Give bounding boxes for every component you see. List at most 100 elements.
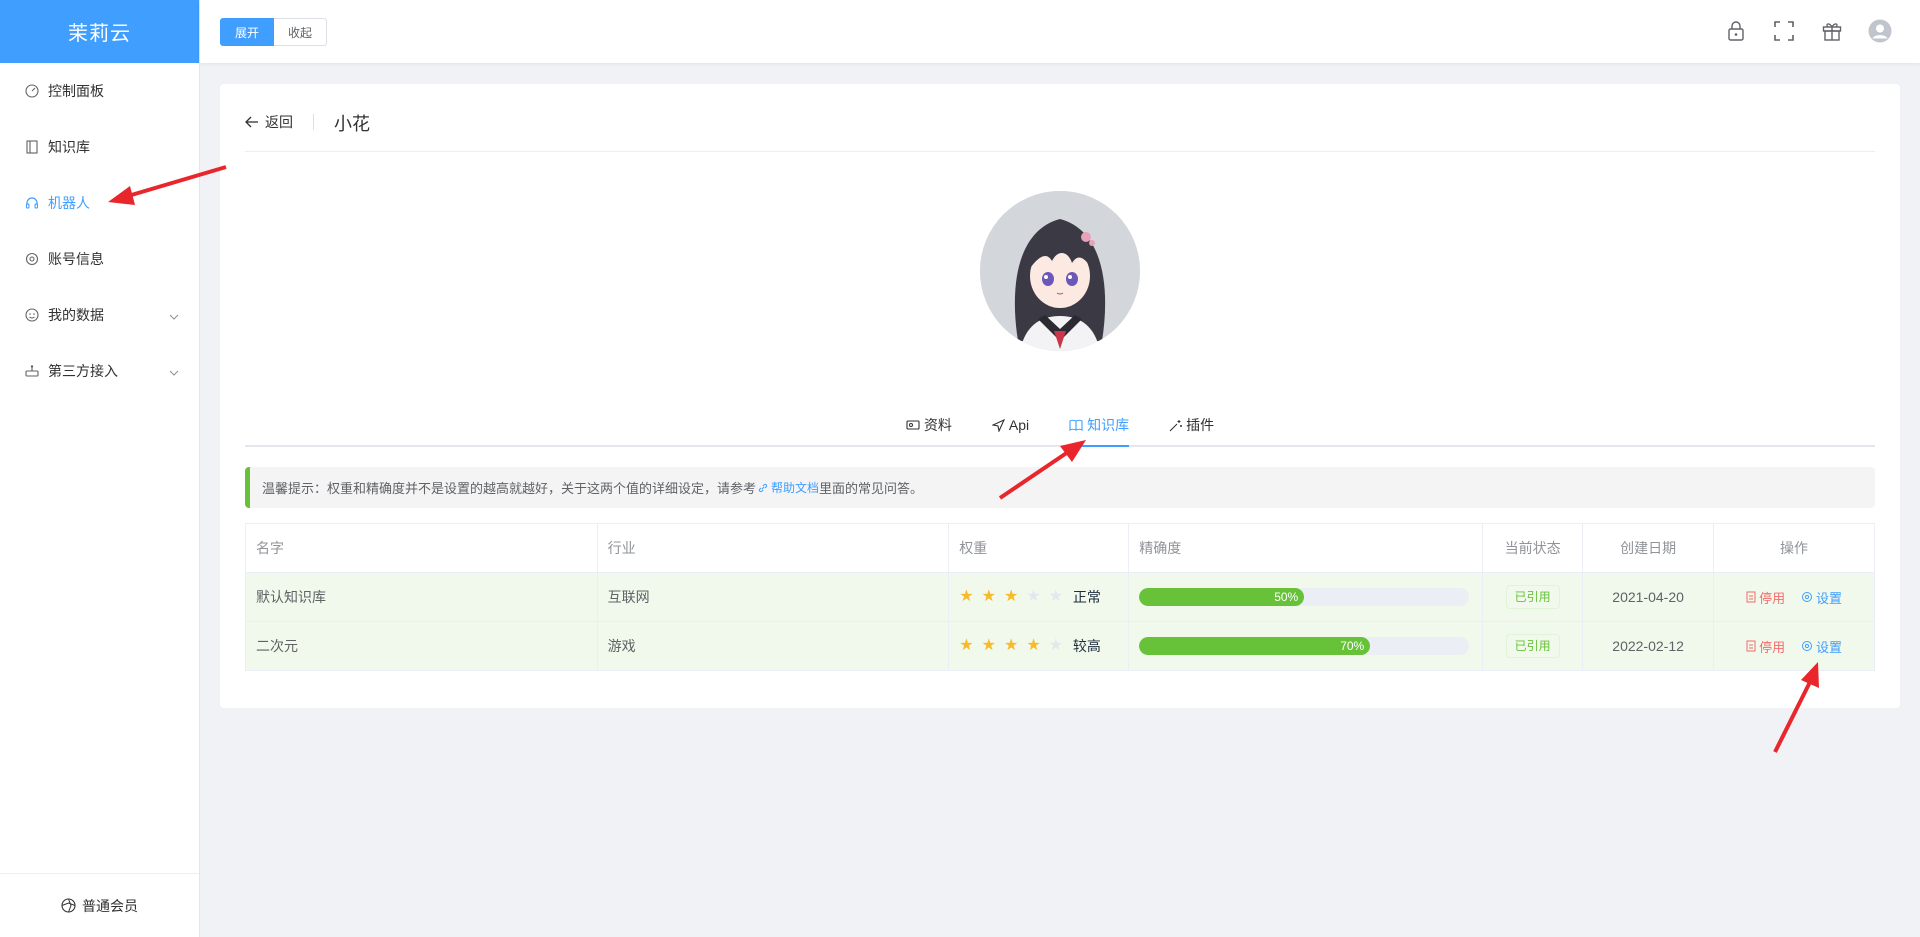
fullscreen-icon[interactable]: [1772, 19, 1796, 43]
weight-rating[interactable]: ★ ★ ★ ★ ★: [959, 589, 1063, 605]
plug-icon: [24, 363, 40, 379]
sidebar-item-mydata[interactable]: 我的数据: [0, 287, 199, 343]
help-doc-link[interactable]: 帮助文档: [758, 479, 819, 496]
col-header-industry: 行业: [596, 523, 950, 573]
col-header-accuracy: 精确度: [1128, 523, 1484, 573]
lock-icon[interactable]: [1724, 19, 1748, 43]
aperture-icon: [61, 898, 76, 913]
settings-button[interactable]: 设置: [1801, 588, 1842, 607]
star-icon[interactable]: ★: [982, 589, 996, 605]
id-card-icon: [906, 419, 920, 431]
sidebar-item-label: 知识库: [48, 139, 90, 155]
sidebar-item-knowledge[interactable]: 知识库: [0, 119, 199, 175]
user-avatar-icon[interactable]: [1868, 19, 1892, 43]
tab-label: 插件: [1186, 417, 1215, 433]
send-icon: [991, 418, 1005, 432]
robot-avatar[interactable]: [980, 191, 1140, 351]
star-icon[interactable]: ★: [1049, 589, 1063, 605]
cell-actions: 停用 设置: [1713, 572, 1875, 622]
weight-text: 正常: [1072, 589, 1101, 605]
star-icon[interactable]: ★: [959, 638, 973, 654]
star-icon[interactable]: ★: [959, 589, 973, 605]
cell-accuracy: 70%: [1128, 621, 1484, 671]
link-icon: [758, 483, 768, 493]
membership-badge[interactable]: 普通会员: [0, 873, 199, 937]
book-icon: [1069, 419, 1083, 431]
cell-status: 已引用: [1482, 572, 1584, 622]
header-divider: [313, 114, 314, 130]
collapse-button[interactable]: 收起: [274, 18, 328, 46]
disable-button[interactable]: 停用: [1746, 637, 1785, 656]
sidebar-item-label: 机器人: [48, 195, 90, 211]
col-header-actions: 操作: [1713, 523, 1875, 573]
star-icon[interactable]: ★: [1026, 589, 1040, 605]
sidebar-item-thirdparty[interactable]: 第三方接入: [0, 343, 199, 399]
cell-industry: 游戏: [596, 621, 950, 671]
cell-name: 二次元: [245, 621, 598, 671]
accuracy-progress-fill: 70%: [1139, 637, 1371, 655]
tab-knowledge[interactable]: 知识库: [1049, 405, 1149, 447]
tab-plugins[interactable]: 插件: [1149, 405, 1234, 445]
alert-text: 温馨提示：权重和精确度并不是设置的越高就越好，关于这两个值的详细设定，请参考: [262, 481, 757, 496]
cell-weight: ★ ★ ★ ★ ★ 较高: [948, 621, 1130, 671]
status-badge: 已引用: [1505, 585, 1560, 609]
magic-stick-icon: [1169, 419, 1183, 432]
tip-alert: 温馨提示：权重和精确度并不是设置的越高就越好，关于这两个值的详细设定，请参考 帮…: [245, 467, 1875, 508]
star-icon[interactable]: ★: [982, 638, 996, 654]
headset-icon: [24, 195, 40, 211]
tab-api[interactable]: Api: [972, 405, 1049, 445]
page-header: 返回 小花: [245, 108, 1875, 152]
detail-tabs: 资料 Api 知识库 插件: [245, 405, 1875, 447]
document-icon: [1746, 640, 1756, 652]
gear-icon: [1801, 591, 1813, 603]
tab-profile[interactable]: 资料: [886, 405, 972, 445]
chevron-down-icon: [169, 363, 179, 379]
help-doc-label: 帮助文档: [771, 481, 820, 495]
data-icon: [24, 307, 40, 323]
document-icon: [1746, 591, 1756, 603]
membership-label: 普通会员: [82, 897, 138, 914]
sidebar-toggle-group: 展开 收起: [220, 18, 328, 46]
disable-button[interactable]: 停用: [1746, 588, 1785, 607]
sidebar-item-account[interactable]: 账号信息: [0, 231, 199, 287]
sidebar-item-label: 我的数据: [48, 307, 104, 323]
cell-date: 2021-04-20: [1582, 572, 1715, 622]
accuracy-progress: 50%: [1139, 588, 1470, 606]
accuracy-progress: 70%: [1139, 637, 1470, 655]
weight-rating[interactable]: ★ ★ ★ ★ ★: [959, 638, 1063, 654]
tab-label: 资料: [923, 417, 952, 433]
tab-label: Api: [1008, 417, 1030, 433]
cell-accuracy: 50%: [1128, 572, 1484, 622]
sidebar-item-robot[interactable]: 机器人: [0, 175, 199, 231]
top-header: 展开 收起: [200, 0, 1920, 63]
alert-suffix: 里面的常见问答。: [819, 481, 924, 496]
notebook-icon: [24, 139, 40, 155]
star-icon[interactable]: ★: [1026, 638, 1040, 654]
sidebar-item-dashboard[interactable]: 控制面板: [0, 63, 199, 119]
col-header-date: 创建日期: [1582, 523, 1715, 573]
settings-label: 设置: [1815, 590, 1842, 606]
arrow-left-icon: [245, 116, 259, 128]
knowledge-table: 名字 行业 权重 精确度 当前状态 创建日期 操作 默认知识库 互联网 ★ ★ ★ ★…: [245, 523, 1875, 671]
gift-icon[interactable]: [1820, 19, 1844, 43]
sidebar-menu: 控制面板 知识库 机器人 账号信息 我的数据 第三方接入: [0, 63, 199, 399]
table-header-row: 名字 行业 权重 精确度 当前状态 创建日期 操作: [245, 523, 1875, 573]
expand-button[interactable]: 展开: [220, 18, 275, 46]
sidebar-item-label: 账号信息: [48, 251, 104, 267]
table-row: 默认知识库 互联网 ★ ★ ★ ★ ★ 正常 50% 已引用 2021-04-20: [245, 572, 1875, 622]
cell-name: 默认知识库: [245, 572, 598, 622]
col-header-status: 当前状态: [1482, 523, 1584, 573]
app-logo[interactable]: 茉莉云: [0, 0, 199, 63]
col-header-weight: 权重: [948, 523, 1130, 573]
disable-label: 停用: [1759, 590, 1786, 606]
star-icon[interactable]: ★: [1049, 638, 1063, 654]
star-icon[interactable]: ★: [1004, 589, 1018, 605]
settings-button[interactable]: 设置: [1801, 637, 1842, 656]
header-actions: [1724, 19, 1892, 43]
back-button[interactable]: 返回: [245, 108, 293, 132]
cell-status: 已引用: [1482, 621, 1584, 671]
star-icon[interactable]: ★: [1004, 638, 1018, 654]
cell-date: 2022-02-12: [1582, 621, 1715, 671]
sidebar-item-label: 控制面板: [48, 83, 104, 99]
status-badge: 已引用: [1505, 634, 1560, 658]
